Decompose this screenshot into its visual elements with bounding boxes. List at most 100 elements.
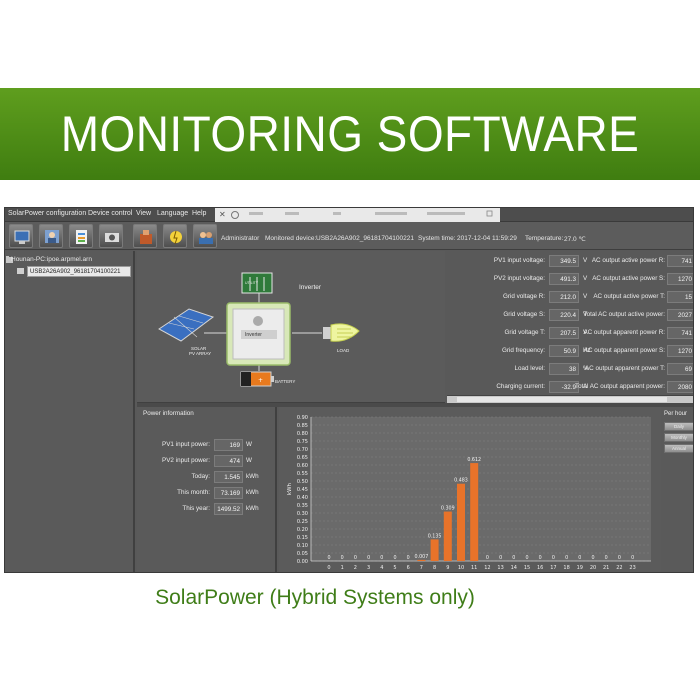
power-row: This month: 73.169 kWh (137, 486, 277, 502)
y-axis-label: kWh (287, 482, 293, 495)
power-label: This year: (182, 505, 210, 512)
users-icon (199, 232, 213, 244)
status-device: USB2A26A902_96181704100221 (316, 235, 414, 242)
bar (430, 539, 439, 561)
horizontal-scrollbar[interactable] (447, 395, 693, 403)
power-label: PV1 input power: (162, 441, 210, 448)
scrollbar-thumb[interactable] (457, 397, 667, 402)
config-button[interactable] (9, 224, 33, 248)
x-tick-label: 16 (537, 565, 543, 571)
monthly-button[interactable]: Monthly (664, 433, 693, 442)
value-unit: V (583, 275, 588, 282)
power-information-panel: Power information PV1 input power: 169 W… (137, 407, 277, 572)
value-label-right: AC output active power T: (593, 293, 665, 300)
value-row: PV2 input voltage: 491.3 V AC output act… (447, 271, 693, 289)
x-tick-label: 12 (484, 565, 490, 571)
bar (470, 463, 479, 561)
data-label: 0 (407, 555, 410, 561)
menu-help[interactable]: Help (192, 210, 206, 217)
power-value: 1499.52 (214, 503, 243, 515)
chart-svg: 0.00 0.05 0.10 0.15 0.20 0.25 0.30 0.35 0.40 0.45… (287, 415, 651, 571)
value-field: 491.3 (549, 273, 579, 285)
data-label: 0 (618, 555, 621, 561)
overlay-icons: ✕ (219, 210, 493, 219)
data-label: 0 (512, 555, 515, 561)
inverter-box-label: Inverter (245, 332, 262, 338)
x-tick-label: 11 (471, 565, 477, 571)
users-button[interactable] (193, 224, 217, 248)
bar (457, 483, 465, 561)
menu-language[interactable]: Language (157, 210, 188, 217)
data-label: 0.135 (428, 533, 442, 539)
menu-view[interactable]: View (136, 210, 151, 217)
value-field-right: 741 (667, 255, 693, 267)
daily-button[interactable]: Daily (664, 422, 693, 431)
power-unit: kWh (246, 505, 259, 512)
data-button[interactable] (69, 224, 93, 248)
toolbar: Administrator Monitored device: USB2A26A… (5, 222, 693, 250)
value-field: 38 (549, 363, 579, 375)
x-tick-label: 15 (524, 565, 530, 571)
value-label-right: AC output apparent power S: (583, 347, 665, 354)
value-row: PV1 input voltage: 349.5 V AC output act… (447, 253, 693, 271)
x-tick-label: 20 (590, 565, 596, 571)
data-label: 0 (565, 555, 568, 561)
value-row: Grid frequency: 50.9 Hz AC output appare… (447, 343, 693, 361)
power-value: 73.169 (214, 487, 243, 499)
device-icon (140, 230, 152, 244)
svg-text:✕: ✕ (219, 210, 226, 219)
value-label-right: AC output active power S: (592, 275, 665, 282)
x-tick-label: 23 (629, 565, 635, 571)
value-row: Load level: 38 % AC output apparent powe… (447, 361, 693, 379)
y-tick-label: 0.55 (297, 471, 308, 477)
y-tick-label: 0.20 (297, 527, 308, 533)
value-field: 207.5 (549, 327, 579, 339)
data-label: 0.612 (467, 457, 481, 463)
data-label: 0 (393, 555, 396, 561)
value-row: Grid voltage S: 220.4 V Total AC output … (447, 307, 693, 325)
value-field-right: 15 (667, 291, 693, 303)
user-button[interactable] (39, 224, 63, 248)
y-tick-label: 0.65 (297, 455, 308, 461)
tree-root[interactable]: Hounan-PC:ipoe.arpmel.arn (11, 256, 92, 263)
measurements-panel: PV1 input voltage: 349.5 V AC output act… (447, 251, 693, 395)
data-label: 0 (499, 555, 502, 561)
value-unit: V (583, 257, 588, 264)
data-label: 0 (631, 555, 634, 561)
data-label: 0.007 (415, 554, 429, 560)
bar (417, 559, 426, 561)
annual-button[interactable]: Annual (664, 444, 693, 453)
x-tick-label: 0 (327, 565, 330, 571)
x-tick-label: 1 (341, 565, 344, 571)
load-icon (323, 323, 360, 342)
x-tick-label: 3 (367, 565, 370, 571)
value-label: Grid voltage T: (504, 329, 545, 336)
value-label: Grid voltage R: (503, 293, 545, 300)
menu-device-control[interactable]: Device control (88, 210, 132, 217)
value-field-right: 69 (667, 363, 693, 375)
x-tick-label: 19 (577, 565, 583, 571)
energy-button[interactable] (163, 224, 187, 248)
page: MONITORING SOFTWARE SolarPower configura… (0, 0, 700, 700)
value-field: 349.5 (549, 255, 579, 267)
y-tick-label: 0.85 (297, 423, 308, 429)
y-tick-label: 0.45 (297, 487, 308, 493)
x-tick-label: 18 (563, 565, 569, 571)
menu-solarpower-configuration[interactable]: SolarPower configuration (8, 210, 86, 217)
period-title: Per hour (664, 411, 688, 417)
tree-device-node[interactable]: USB2A26A902_96181704100221 (27, 266, 131, 277)
x-tick-label: 6 (407, 565, 410, 571)
power-label: This month: (177, 489, 210, 496)
power-information-title: Power information (143, 410, 194, 417)
status-time: 2017-12-04 11:59:29 (457, 235, 517, 242)
power-value: 169 (214, 439, 243, 451)
y-tick-label: 0.25 (297, 519, 308, 525)
device-tree: Hounan-PC:ipoe.arpmel.arn USB2A26A902_96… (5, 251, 135, 572)
device-button[interactable] (133, 224, 157, 248)
camera-button[interactable] (99, 224, 123, 248)
data-label: 0.483 (454, 478, 468, 484)
data-label: 0 (539, 555, 542, 561)
solar-panel-icon (158, 308, 215, 342)
x-tick-label: 13 (497, 565, 503, 571)
power-row: PV1 input power: 169 W (137, 438, 277, 454)
